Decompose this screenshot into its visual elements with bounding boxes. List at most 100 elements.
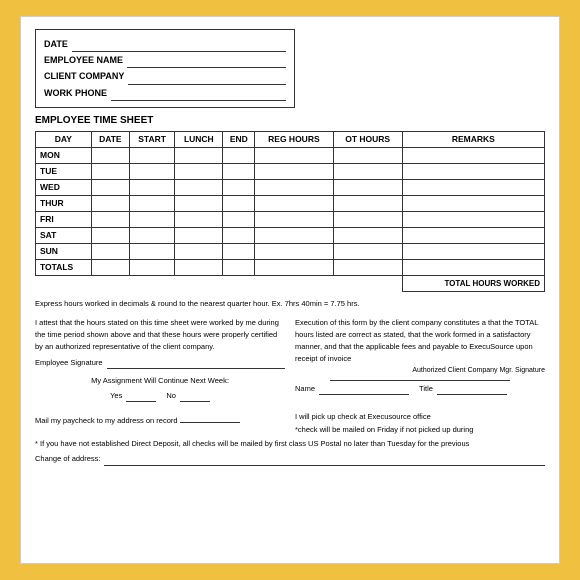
table-header-row: DAY DATE START LUNCH END REG HOURS OT HO…: [36, 131, 545, 147]
ot-totals: [333, 259, 402, 275]
direct-deposit-note: * If you have not established Direct Dep…: [35, 438, 545, 451]
no-option: No: [166, 390, 210, 402]
employee-sig-line: Employee Signature: [35, 357, 285, 369]
remarks-thur: [402, 195, 544, 211]
remarks-sat: [402, 227, 544, 243]
mail-label: Mail my paycheck to my address on record: [35, 416, 178, 425]
lunch-tue: [175, 163, 223, 179]
table-row: WED: [36, 179, 545, 195]
assignment-title: My Assignment Will Continue Next Week:: [35, 375, 285, 387]
header-box: DATE EMPLOYEE NAME CLIENT COMPANY WORK P…: [35, 29, 295, 108]
employee-name-label: EMPLOYEE NAME: [44, 52, 123, 68]
day-tue: TUE: [36, 163, 92, 179]
yes-field: [126, 390, 156, 402]
remarks-wed: [402, 179, 544, 195]
start-wed: [129, 179, 174, 195]
reg-totals: [255, 259, 333, 275]
start-tue: [129, 163, 174, 179]
end-wed: [223, 179, 255, 195]
name-underline: [319, 383, 409, 395]
check-note: *check will be mailed on Friday if not p…: [295, 424, 545, 437]
change-address-line: Change of address:: [35, 453, 545, 466]
date-line: DATE: [44, 36, 286, 52]
reg-tue: [255, 163, 333, 179]
client-company-line: CLIENT COMPANY: [44, 68, 286, 84]
change-label: Change of address:: [35, 453, 100, 466]
authorized-sig-line: [330, 380, 510, 381]
table-row: THUR: [36, 195, 545, 211]
reg-sun: [255, 243, 333, 259]
lunch-thur: [175, 195, 223, 211]
ot-sun: [333, 243, 402, 259]
mail-field: [180, 411, 240, 423]
remarks-mon: [402, 147, 544, 163]
ot-fri: [333, 211, 402, 227]
lunch-fri: [175, 211, 223, 227]
ot-thur: [333, 195, 402, 211]
reg-mon: [255, 147, 333, 163]
end-thur: [223, 195, 255, 211]
authorized-sig-label: Authorized Client Company Mgr. Signature: [295, 365, 545, 376]
date-label: DATE: [44, 36, 68, 52]
col-reg-hours: REG HOURS: [255, 131, 333, 147]
total-hours-worked-label: TOTAL HOURS WORKED: [402, 275, 544, 291]
col-day: DAY: [36, 131, 92, 147]
end-mon: [223, 147, 255, 163]
work-phone-line: WORK PHONE: [44, 85, 286, 101]
empty-total-cell: [36, 275, 403, 291]
remarks-fri: [402, 211, 544, 227]
attestation-left-text: I attest that the hours stated on this t…: [35, 317, 285, 353]
day-fri: FRI: [36, 211, 92, 227]
date-sun: [91, 243, 129, 259]
client-company-field: [128, 73, 286, 85]
day-thur: THUR: [36, 195, 92, 211]
col-lunch: LUNCH: [175, 131, 223, 147]
reg-fri: [255, 211, 333, 227]
no-label: No: [166, 390, 176, 402]
client-company-label: CLIENT COMPANY: [44, 68, 124, 84]
table-row: SUN: [36, 243, 545, 259]
day-sat: SAT: [36, 227, 92, 243]
attestation-right: Execution of this form by the client com…: [295, 317, 545, 402]
table-row: MON: [36, 147, 545, 163]
col-date: DATE: [91, 131, 129, 147]
date-field: [72, 40, 286, 52]
lunch-mon: [175, 147, 223, 163]
attestation-section: I attest that the hours stated on this t…: [35, 317, 545, 402]
ot-tue: [333, 163, 402, 179]
start-fri: [129, 211, 174, 227]
day-totals: TOTALS: [36, 259, 92, 275]
col-remarks: REMARKS: [402, 131, 544, 147]
table-row: TUE: [36, 163, 545, 179]
table-row: FRI: [36, 211, 545, 227]
reg-thur: [255, 195, 333, 211]
lunch-totals: [175, 259, 223, 275]
date-totals: [91, 259, 129, 275]
page: DATE EMPLOYEE NAME CLIENT COMPANY WORK P…: [20, 16, 560, 564]
start-sun: [129, 243, 174, 259]
date-mon: [91, 147, 129, 163]
lunch-sat: [175, 227, 223, 243]
name-label: Name: [295, 383, 315, 395]
note-text: Express hours worked in decimals & round…: [35, 299, 545, 308]
table-row: SAT: [36, 227, 545, 243]
start-mon: [129, 147, 174, 163]
date-tue: [91, 163, 129, 179]
work-phone-label: WORK PHONE: [44, 85, 107, 101]
end-tue: [223, 163, 255, 179]
change-field: [104, 454, 545, 466]
lunch-sun: [175, 243, 223, 259]
total-hours-row: TOTAL HOURS WORKED: [36, 275, 545, 291]
col-end: END: [223, 131, 255, 147]
end-totals: [223, 259, 255, 275]
date-sat: [91, 227, 129, 243]
employee-sig-label: Employee Signature: [35, 357, 103, 369]
name-title-row: Name Title: [295, 383, 545, 395]
ot-wed: [333, 179, 402, 195]
no-field: [180, 390, 210, 402]
work-phone-field: [111, 89, 286, 101]
start-sat: [129, 227, 174, 243]
title-field: Title: [419, 383, 507, 395]
date-wed: [91, 179, 129, 195]
footer-row: Mail my paycheck to my address on record…: [35, 411, 545, 437]
